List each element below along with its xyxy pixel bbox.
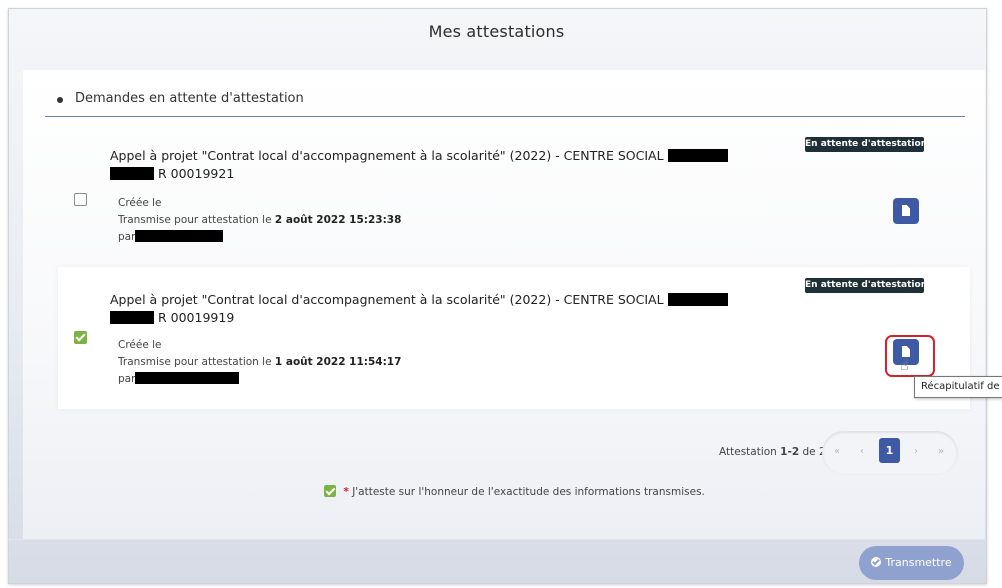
redacted-block	[110, 167, 154, 180]
section-header: Demandes en attente d'attestation	[45, 91, 965, 117]
annotation-highlight	[885, 335, 935, 377]
last-page-button[interactable]: »	[938, 446, 944, 457]
prev-page-button[interactable]: ‹	[860, 446, 864, 457]
check-circle-icon	[871, 557, 882, 567]
redacted-block	[135, 230, 224, 242]
redacted-block	[667, 293, 728, 306]
page-1-button[interactable]: 1	[879, 438, 900, 463]
attestation-checkbox[interactable]	[324, 485, 336, 497]
item-title[interactable]: Appel à projet "Contrat local d'accompag…	[110, 291, 750, 327]
divider	[8, 539, 985, 540]
hand-cursor-icon: ☝	[900, 358, 909, 374]
redacted-block	[667, 149, 728, 162]
list-item: Appel à projet "Contrat local d'accompag…	[58, 267, 970, 409]
status-badge: En attente d'attestation	[805, 278, 927, 293]
page-title: Mes attestations	[428, 22, 565, 41]
item-checkbox[interactable]	[74, 331, 87, 344]
required-mark: *	[343, 486, 349, 498]
summary-document-button[interactable]	[893, 198, 919, 224]
status-badge: En attente d'attestation	[805, 137, 927, 152]
next-page-button[interactable]: ›	[914, 446, 918, 457]
attestation-row: * J'atteste sur l'honneur de l'exactitud…	[324, 485, 705, 498]
redacted-block	[135, 372, 240, 384]
list-item: Appel à projet "Contrat local d'accompag…	[58, 131, 970, 256]
item-checkbox[interactable]	[74, 193, 87, 206]
item-meta: Créée le Transmise pour attestation le 2…	[118, 197, 402, 243]
item-meta: Créée le Transmise pour attestation le 1…	[118, 339, 402, 385]
document-icon	[902, 205, 910, 216]
transmit-button[interactable]: Transmettre	[859, 546, 964, 580]
attestation-text: J'atteste sur l'honneur de l'exactitude …	[352, 486, 705, 498]
pagination: « ‹ 1 › »	[822, 431, 958, 475]
redacted-block	[110, 311, 154, 324]
item-title[interactable]: Appel à projet "Contrat local d'accompag…	[110, 147, 750, 183]
first-page-button[interactable]: «	[834, 446, 840, 457]
tooltip: Récapitulatif de	[914, 376, 1002, 398]
pagination-label: Attestation 1-2 de 2	[719, 446, 826, 458]
section-title: Demandes en attente d'attestation	[75, 91, 304, 106]
bullet-icon	[57, 97, 63, 103]
